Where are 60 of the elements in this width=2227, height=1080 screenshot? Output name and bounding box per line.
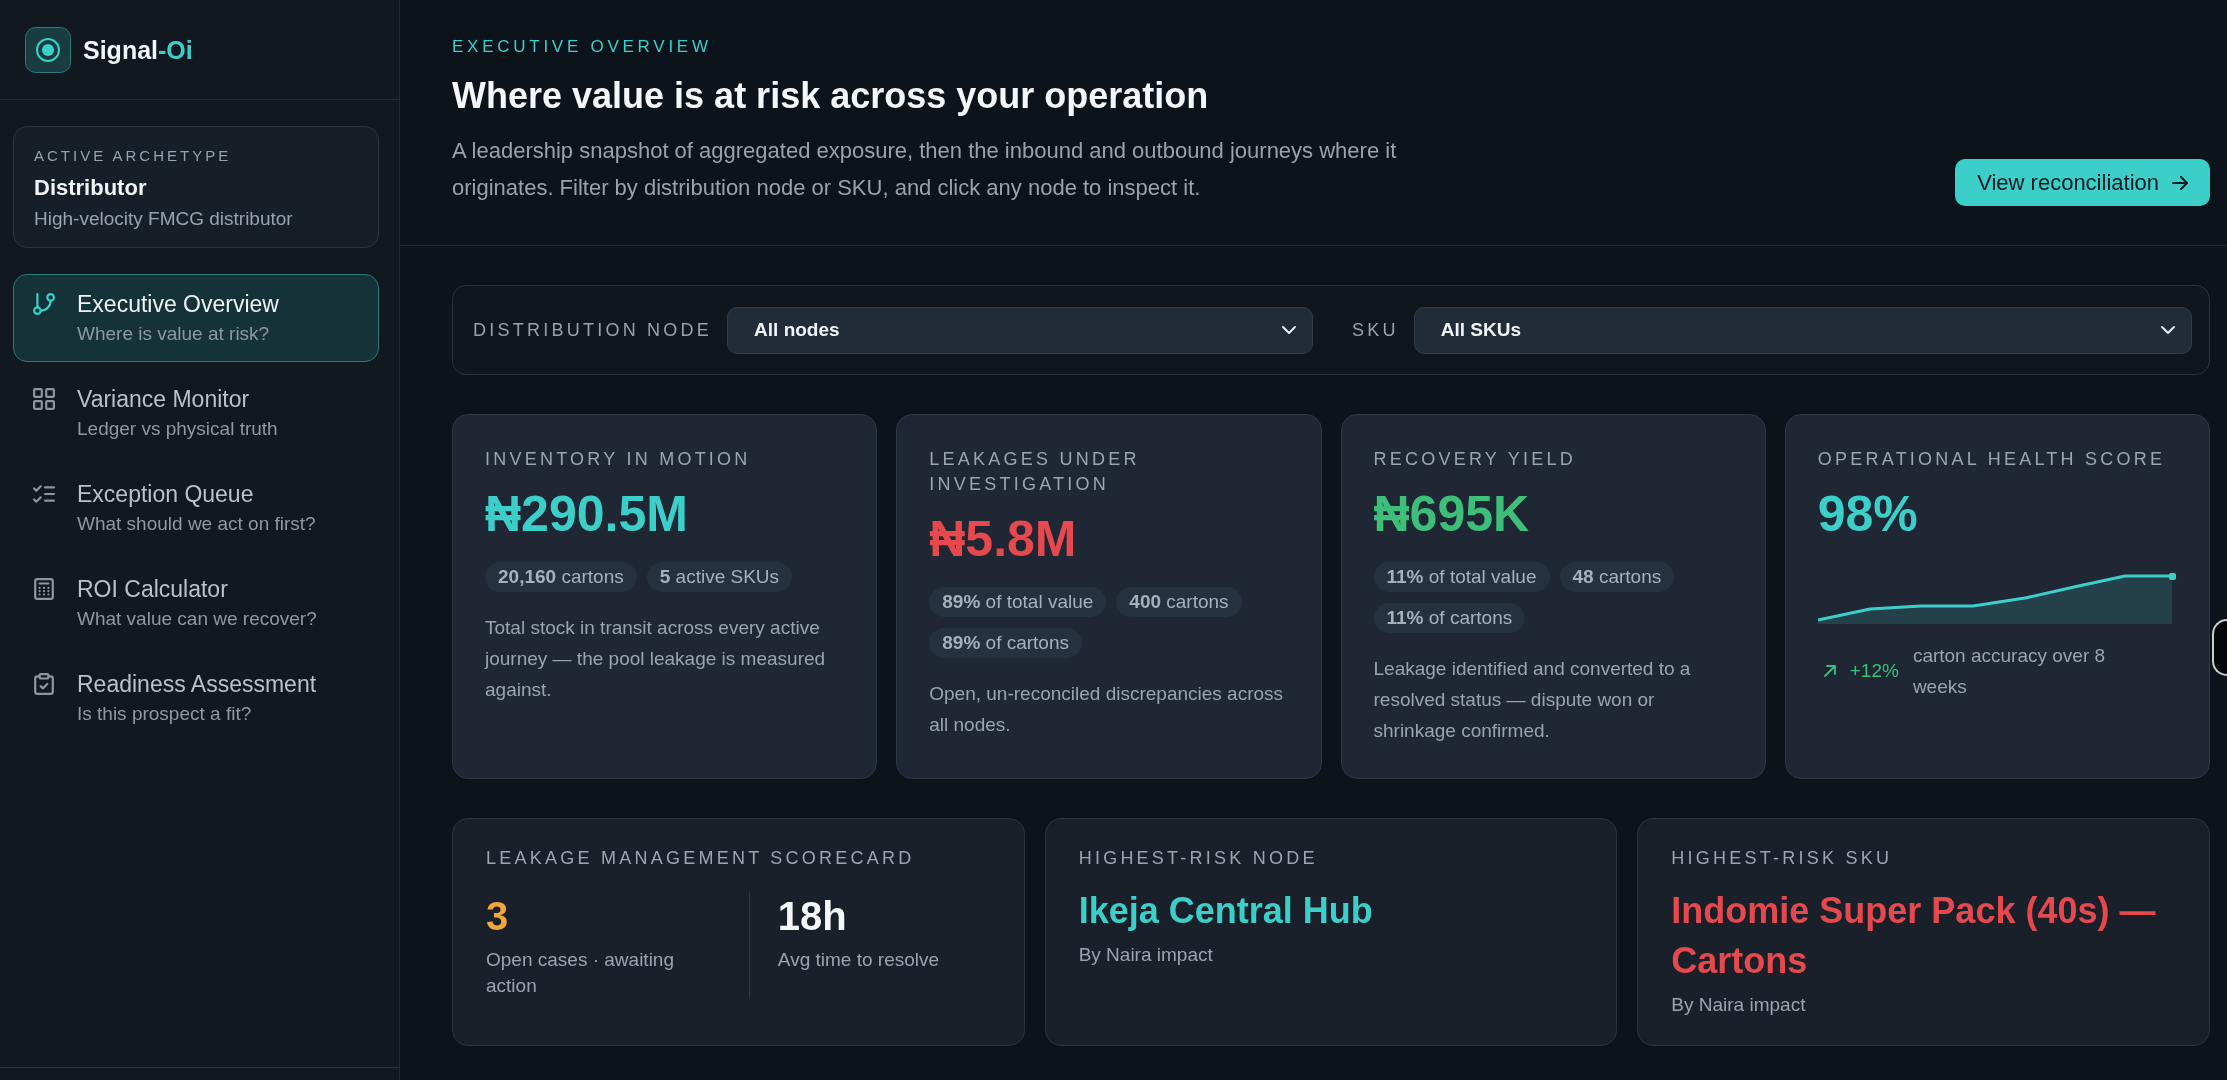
highlight-value: Ikeja Central Hub bbox=[1078, 889, 1374, 933]
trend-delta: +12% bbox=[1849, 658, 1899, 683]
filter-label: SKU bbox=[1352, 318, 1399, 342]
archetype-description: High-velocity FMCG distributor bbox=[34, 207, 294, 231]
metric-label: RECOVERY YIELD bbox=[1373, 448, 1577, 471]
archetype-label: ACTIVE ARCHETYPE bbox=[34, 146, 233, 166]
archetype-name: Distributor bbox=[34, 174, 148, 202]
filter-select[interactable]: All nodes bbox=[727, 306, 1313, 354]
nav-item[interactable]: ROI Calculator What value can we recover? bbox=[13, 559, 379, 647]
brand-name: Signal-Oi bbox=[83, 34, 193, 65]
stat-chip: 20,160 cartons bbox=[485, 562, 637, 592]
reconciliation-button[interactable]: View reconciliation bbox=[1955, 159, 2210, 206]
metric-value: ₦5.8M bbox=[929, 510, 1078, 569]
scorecard-value: 3 bbox=[486, 893, 510, 940]
filter-select[interactable]: All SKUs bbox=[1413, 306, 2192, 354]
highlight-caption: By Naira impact bbox=[1671, 993, 1807, 1017]
stat-chip: 89% of cartons bbox=[929, 628, 1082, 658]
metric-value: ₦290.5M bbox=[485, 485, 689, 544]
stat-chip: 11% of total value bbox=[1373, 562, 1550, 592]
page-description: A leadership snapshot of aggregated exposure, then the inbound and outbound journeys where it originates. Filter by distribution node or SKU, and click any node to inspect it. bbox=[452, 137, 1398, 202]
arrow-up-right-icon bbox=[1823, 665, 1836, 677]
metric-value: ₦695K bbox=[1373, 485, 1531, 544]
scorecard-value: 18h bbox=[777, 893, 848, 940]
metric-value: 98% bbox=[1817, 485, 1919, 544]
highlight-label: HIGHEST-RISK SKU bbox=[1671, 847, 1894, 870]
floating-button[interactable] bbox=[2212, 619, 2227, 676]
branch-icon bbox=[33, 293, 55, 315]
logo-icon bbox=[25, 26, 71, 73]
stat-chip: 11% of cartons bbox=[1373, 603, 1526, 633]
metric-description: Leakage identified and converted to a resolved status — dispute won or shrinkage confirmed. bbox=[1373, 657, 1692, 743]
stat-chip: 400 cartons bbox=[1116, 587, 1242, 617]
scorecard-label: LEAKAGE MANAGEMENT SCORECARD bbox=[486, 847, 916, 870]
chevron-down-icon bbox=[1282, 326, 1296, 334]
highlight-caption: By Naira impact bbox=[1078, 943, 1214, 967]
scorecard-caption: Avg time to resolve bbox=[777, 948, 941, 972]
metric-description: Open, un-reconciled discrepancies across all nodes. bbox=[929, 682, 1285, 737]
nav-item[interactable]: Readiness Assessment Is this prospect a fit? bbox=[13, 654, 379, 742]
grid-icon bbox=[33, 388, 55, 410]
filter-label: DISTRIBUTION NODE bbox=[473, 318, 713, 342]
checklist-icon bbox=[33, 483, 55, 505]
stat-chip: 48 cartons bbox=[1559, 562, 1675, 592]
stat-chip: 5 active SKUs bbox=[646, 562, 793, 592]
stat-chip: 89% of total value bbox=[929, 587, 1107, 617]
nav-item[interactable]: Variance Monitor Ledger vs physical truth bbox=[13, 369, 379, 457]
chevron-down-icon bbox=[2161, 326, 2175, 334]
metric-label: OPERATIONAL HEALTH SCORE bbox=[1817, 448, 2167, 471]
scorecard-caption: Open cases · awaiting action bbox=[486, 948, 675, 998]
nav-item[interactable]: Executive Overview Where is value at risk? bbox=[13, 274, 379, 362]
trend-caption: carton accuracy over 8 weeks bbox=[1912, 644, 2107, 699]
section-eyebrow: EXECUTIVE OVERVIEW bbox=[452, 36, 713, 58]
arrow-right-icon bbox=[2172, 175, 2188, 190]
metric-label: LEAKAGES UNDER INVESTIGATION bbox=[929, 448, 1141, 496]
highlight-label: HIGHEST-RISK NODE bbox=[1078, 847, 1319, 870]
nav-item[interactable]: Exception Queue What should we act on first? bbox=[13, 464, 379, 552]
metric-description: Total stock in transit across every active journey — the pool leakage is measured against. bbox=[485, 616, 827, 702]
clipboard-check-icon bbox=[33, 673, 55, 695]
page-title: Where value is at risk across your operation bbox=[452, 75, 1210, 117]
calculator-icon bbox=[33, 578, 55, 600]
metric-label: INVENTORY IN MOTION bbox=[485, 448, 752, 471]
highlight-value: Indomie Super Pack (40s) — Cartons bbox=[1671, 889, 2157, 983]
